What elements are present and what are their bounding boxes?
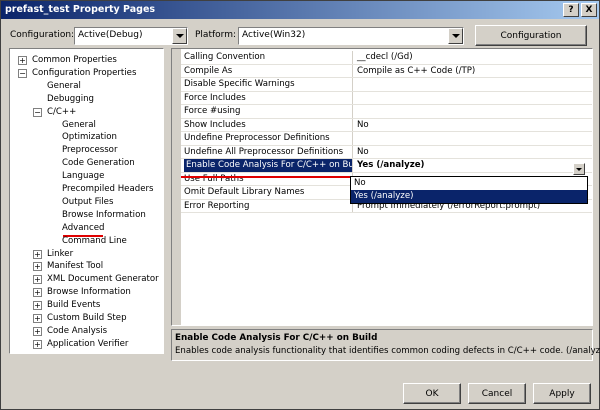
help-button[interactable]: ? [563, 3, 579, 17]
property-value[interactable]: __cdecl (/Gd) [357, 51, 413, 64]
property-name: Calling Convention [184, 52, 266, 62]
description-title: Enable Code Analysis For C/C++ on Build [175, 333, 378, 343]
property-pages-window: prefast_test Property Pages ? X Configur… [0, 0, 600, 410]
property-name: Force Includes [184, 92, 246, 103]
column-divider [352, 132, 353, 145]
tree-item[interactable]: Configuration Properties [32, 67, 136, 80]
property-name: Disable Specific Warnings [184, 79, 295, 89]
column-divider [352, 159, 353, 172]
cancel-button[interactable]: Cancel [468, 383, 526, 404]
tree-item[interactable]: Preprocessor [62, 144, 117, 157]
property-row[interactable]: Enable Code Analysis For C/C++ on Build Y… [181, 159, 592, 173]
expand-icon[interactable]: + [33, 301, 42, 311]
tree-item[interactable]: General [62, 119, 96, 132]
chevron-down-icon[interactable] [172, 28, 187, 44]
platform-value: Active(Win32) [242, 30, 306, 40]
property-name: Compile As [184, 65, 233, 76]
chevron-down-icon[interactable] [448, 28, 463, 44]
configuration-manager-button[interactable]: Configuration Manager... [475, 25, 587, 61]
tree-item[interactable]: Manifest Tool [47, 260, 103, 273]
property-name: Omit Default Library Names [184, 187, 305, 197]
window-title: prefast_test Property Pages [5, 4, 156, 15]
tree-item[interactable]: Browse Information [62, 209, 146, 222]
tree-item[interactable]: Precompiled Headers [62, 183, 154, 196]
chevron-down-icon[interactable] [573, 163, 585, 175]
tree-item[interactable]: Application Verifier [47, 338, 128, 351]
property-value[interactable]: No [357, 119, 369, 132]
tree-item[interactable]: Debugging [47, 93, 94, 106]
configuration-combo[interactable]: Active(Debug) [74, 27, 188, 45]
column-divider [352, 51, 353, 64]
collapse-icon[interactable]: − [18, 68, 27, 78]
property-name: Undefine Preprocessor Definitions [184, 133, 330, 143]
property-row[interactable]: Force #using [181, 105, 592, 119]
platform-combo[interactable]: Active(Win32) [238, 27, 464, 45]
tree-item[interactable]: C/C++ [47, 106, 76, 119]
configuration-value: Active(Debug) [78, 30, 143, 40]
tree-item[interactable]: Browse Information [47, 286, 131, 299]
property-name: Undefine All Preprocessor Definitions [184, 146, 344, 157]
expand-icon[interactable]: + [33, 314, 42, 323]
tree-item[interactable]: Common Properties [32, 54, 117, 67]
column-divider [352, 64, 353, 77]
property-value[interactable]: Yes (/analyze) [357, 159, 424, 172]
collapse-icon[interactable]: − [33, 107, 42, 117]
property-name: Force #using [184, 106, 241, 116]
column-divider [352, 118, 353, 131]
tree-item[interactable]: Linker [47, 248, 73, 261]
tree-item[interactable]: Output Files [62, 196, 113, 209]
property-name: Enable Code Analysis For C/C++ on Build [184, 159, 352, 172]
property-name: Use Full Paths [184, 173, 244, 184]
expand-icon[interactable]: + [33, 275, 42, 285]
column-divider [352, 105, 353, 118]
tree-item[interactable]: Language [62, 170, 104, 183]
dropdown-option-no[interactable]: No [351, 177, 587, 190]
property-row[interactable]: Force Includes [181, 91, 592, 105]
column-divider [352, 91, 353, 104]
tree-item[interactable]: Code Generation [62, 157, 135, 170]
property-row[interactable]: Undefine All Preprocessor Definitions No [181, 145, 592, 159]
property-row[interactable]: Disable Specific Warnings [181, 78, 592, 92]
property-row[interactable]: Calling Convention __cdecl (/Gd) [181, 51, 592, 65]
expand-icon[interactable]: + [33, 262, 42, 272]
title-bar: prefast_test Property Pages ? X [1, 1, 599, 19]
property-row[interactable]: Compile As Compile as C++ Code (/TP) [181, 64, 592, 78]
annotation-underline [181, 176, 351, 178]
expand-icon[interactable]: + [33, 339, 42, 349]
value-dropdown-list[interactable]: No Yes (/analyze) [350, 163, 588, 204]
property-tree[interactable]: Common Properties + Configuration Properti… [9, 48, 164, 354]
description-panel: Enable Code Analysis For C/C++ on Build … [171, 329, 600, 361]
property-value[interactable]: Compile as C++ Code (/TP) [357, 65, 475, 78]
expand-icon[interactable]: + [33, 249, 42, 259]
expand-icon[interactable]: + [33, 288, 42, 298]
expand-icon[interactable]: + [33, 326, 42, 336]
tree-item[interactable]: Command Line [62, 235, 127, 248]
grid-gutter [172, 49, 181, 325]
description-text: Enables code analysis functionality that… [175, 346, 600, 356]
property-row[interactable]: Undefine Preprocessor Definitions [181, 132, 592, 146]
property-value[interactable]: No [357, 146, 369, 159]
tree-item[interactable]: General [47, 80, 81, 93]
tree-item[interactable]: Advanced [62, 222, 104, 235]
property-row[interactable]: Show Includes No [181, 118, 592, 132]
tree-item[interactable]: XML Document Generator [47, 273, 159, 286]
column-divider [352, 145, 353, 158]
ok-button[interactable]: OK [403, 383, 461, 404]
tree-item[interactable]: Build Events [47, 299, 100, 312]
property-name: Error Reporting [184, 200, 250, 211]
dropdown-option-yes-analyze[interactable]: Yes (/analyze) [351, 190, 587, 203]
configuration-label: Configuration: [10, 30, 75, 40]
tree-item[interactable]: Code Analysis [47, 325, 107, 338]
close-button[interactable]: X [581, 3, 597, 17]
column-divider [352, 78, 353, 91]
expand-icon[interactable]: + [18, 56, 27, 65]
platform-label: Platform: [195, 30, 236, 40]
tree-item[interactable]: Custom Build Step [47, 312, 127, 325]
property-name: Show Includes [184, 119, 246, 130]
tree-item[interactable]: Optimization [62, 131, 117, 144]
apply-button[interactable]: Apply [533, 383, 591, 404]
